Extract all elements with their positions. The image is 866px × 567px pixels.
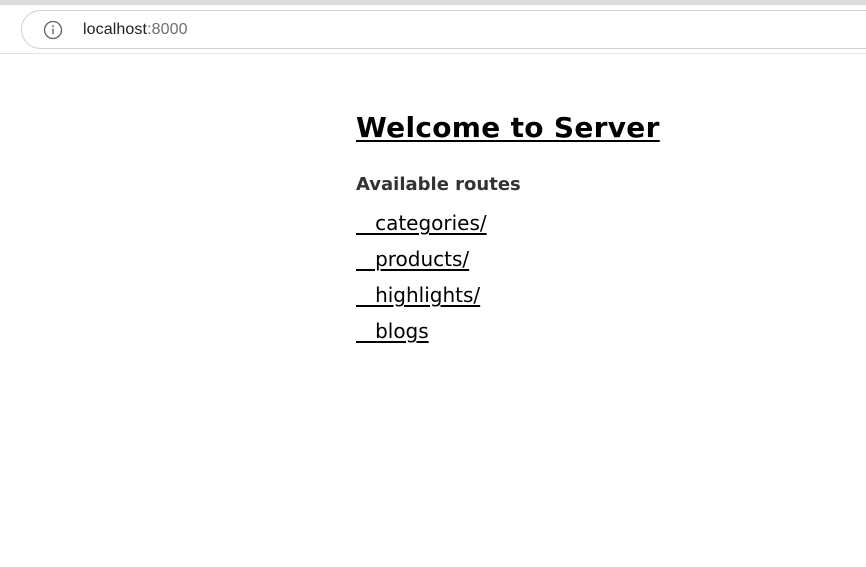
url-host: localhost [83,21,148,38]
list-item: categories/ [356,210,660,246]
address-bar[interactable]: localhost:8000 [21,10,866,49]
list-item: products/ [356,246,660,282]
url-text[interactable]: localhost:8000 [83,21,188,39]
route-list: categories/ products/ highlights/ blogs [356,210,660,354]
route-link-highlights[interactable]: highlights/ [356,282,480,308]
info-icon[interactable] [43,20,63,40]
route-link-categories[interactable]: categories/ [356,210,487,236]
page-title: Welcome to Server [356,111,660,144]
route-link-blogs[interactable]: blogs [356,318,429,344]
route-link-products[interactable]: products/ [356,246,469,272]
list-item: blogs [356,318,660,354]
list-item: highlights/ [356,282,660,318]
routes-heading: Available routes [356,174,521,195]
url-port: :8000 [147,21,188,38]
browser-toolbar: localhost:8000 [0,5,866,54]
page-content: Welcome to Server Available routes categ… [356,108,660,354]
